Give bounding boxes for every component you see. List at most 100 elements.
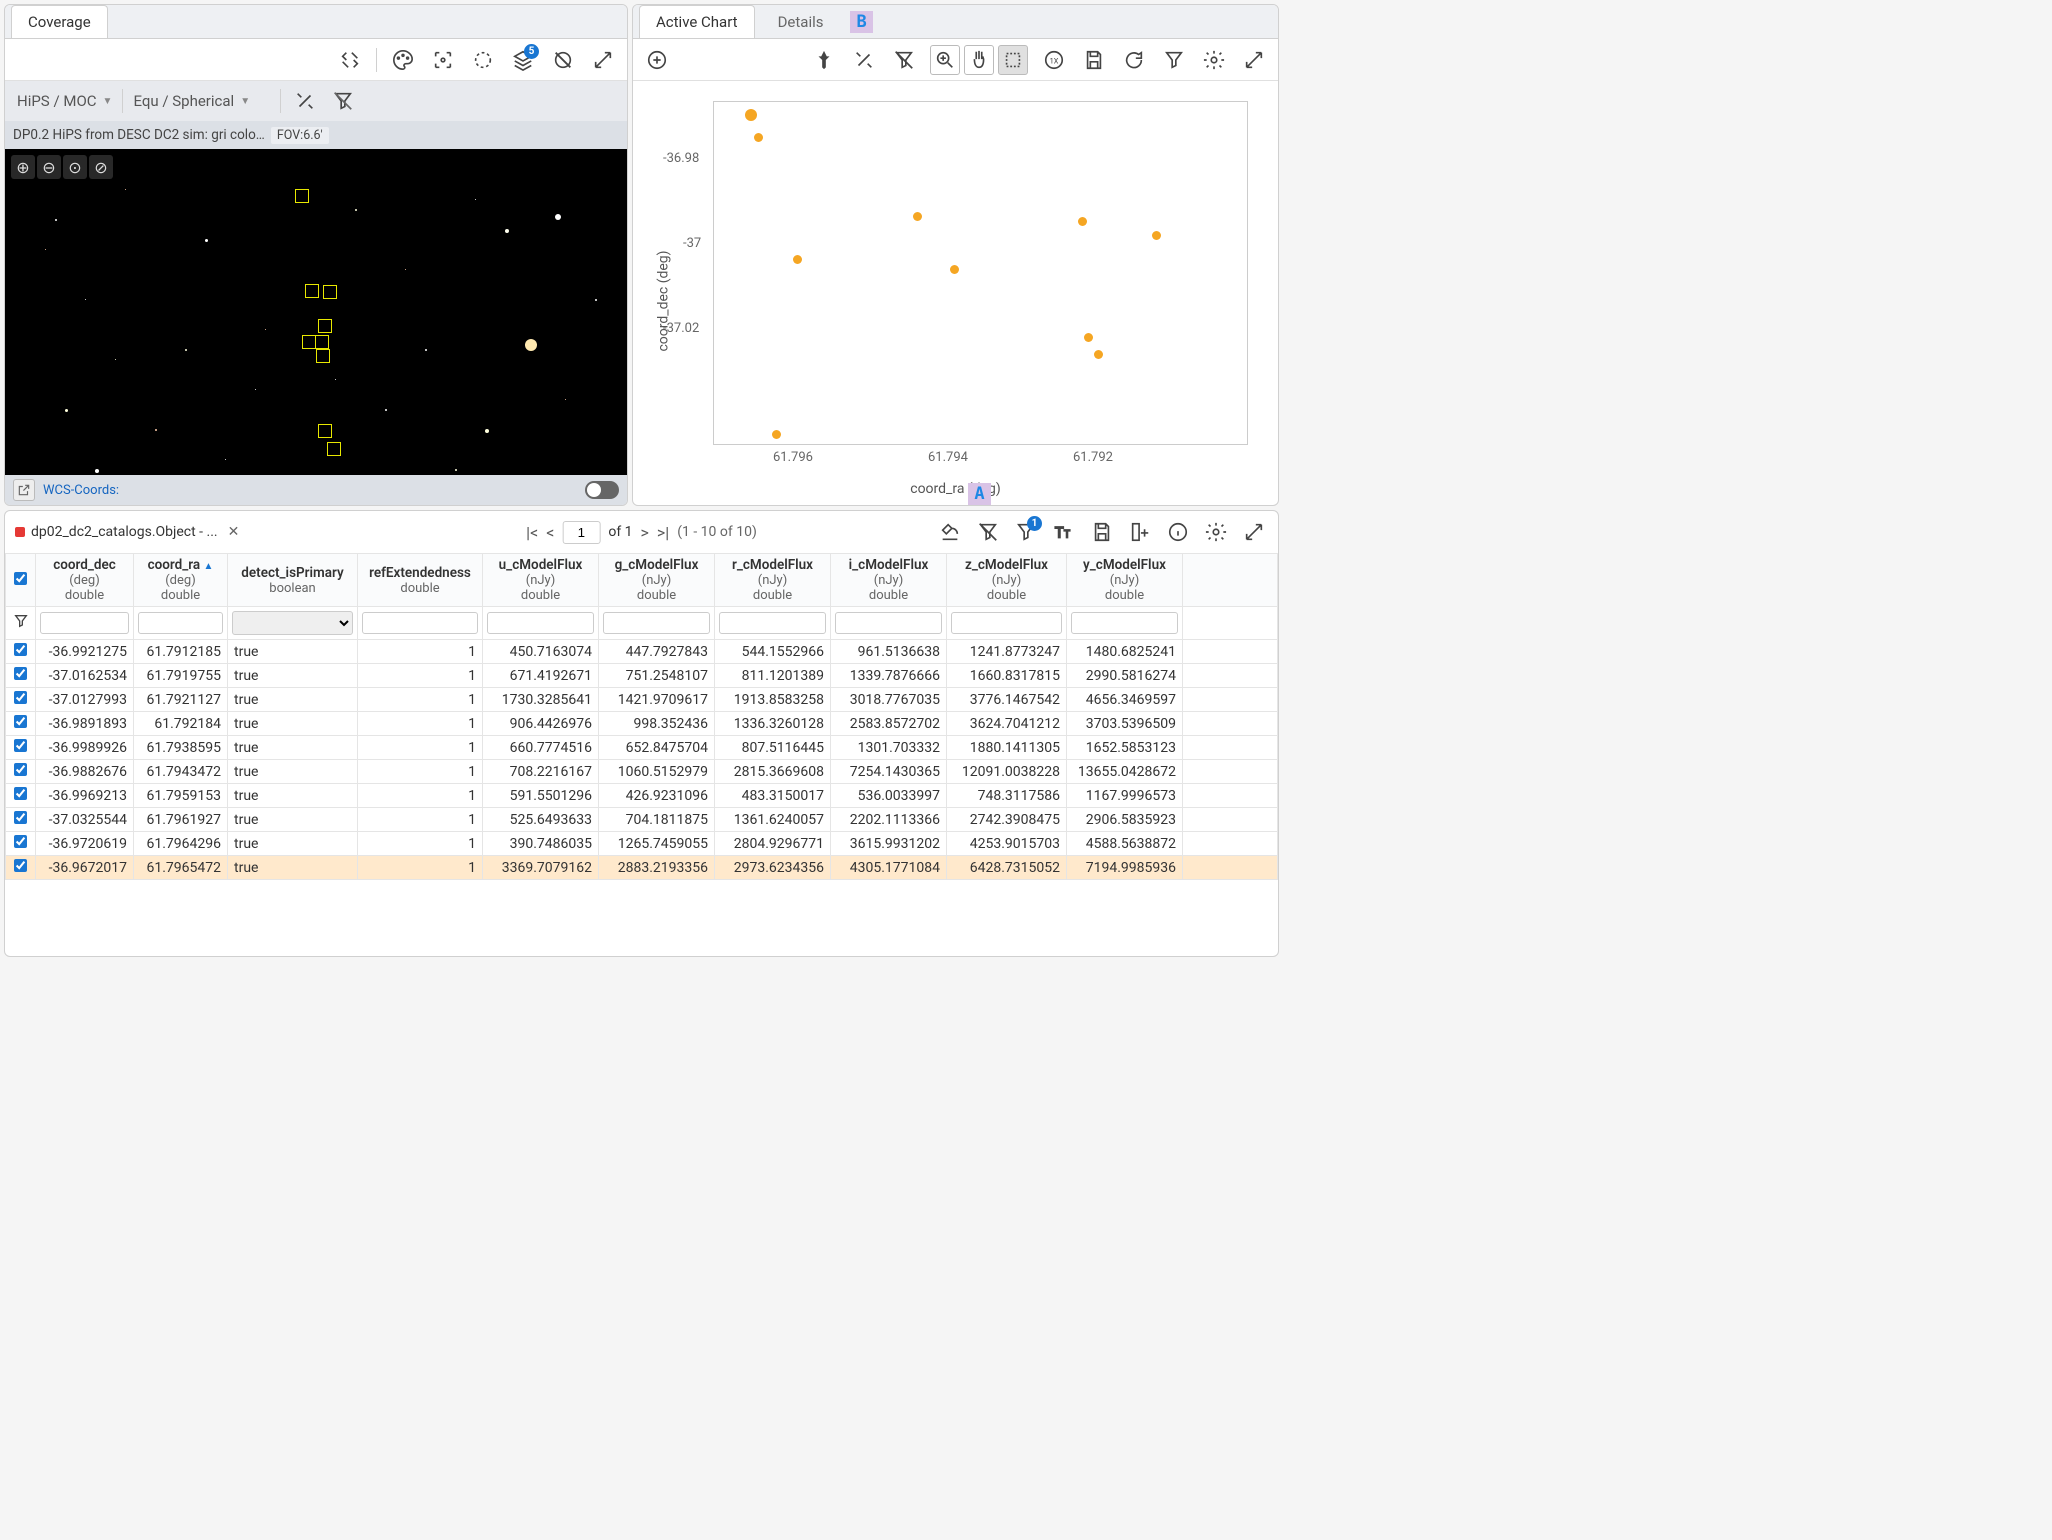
plot-point[interactable] (1084, 333, 1093, 342)
plot-point[interactable] (772, 430, 781, 439)
save-chart-icon[interactable] (1080, 46, 1108, 74)
column-header[interactable]: z_cModelFlux(nJy)double (947, 554, 1067, 607)
sky-image-view[interactable]: ⊕ ⊖ ⊙ ⊘ (5, 149, 627, 475)
column-header[interactable]: coord_dec(deg)double (36, 554, 134, 607)
filter-input[interactable] (951, 612, 1062, 634)
select-mode-icon[interactable] (998, 45, 1028, 75)
column-header[interactable]: i_cModelFlux(nJy)double (831, 554, 947, 607)
table-row[interactable]: -36.989189361.792184true1906.4426976998.… (6, 712, 1278, 736)
table-row[interactable]: -36.988267661.7943472true1708.2216167106… (6, 760, 1278, 784)
filter-input[interactable] (719, 612, 826, 634)
first-page-icon[interactable]: |< (526, 523, 538, 542)
filter-input[interactable] (603, 612, 710, 634)
table-row[interactable]: -36.972061961.7964296true1390.7486035126… (6, 832, 1278, 856)
clear-filter-icon[interactable] (329, 87, 357, 115)
column-header[interactable]: r_cModelFlux(nJy)double (715, 554, 831, 607)
tab-active-chart[interactable]: Active Chart (639, 5, 755, 38)
save-table-icon[interactable] (1088, 518, 1116, 546)
table-row[interactable]: -37.016253461.7919755true1671.4192671751… (6, 664, 1278, 688)
filter-input[interactable] (1071, 612, 1178, 634)
zoom-1x-icon[interactable]: ⊘ (89, 155, 113, 179)
table-clear-filter-icon[interactable] (974, 518, 1002, 546)
row-checkbox[interactable] (14, 667, 27, 680)
plot-point[interactable] (793, 255, 802, 264)
table-row[interactable]: -36.996921361.7959153true1591.5501296426… (6, 784, 1278, 808)
unlink-icon[interactable] (291, 87, 319, 115)
object-marker[interactable] (318, 319, 332, 333)
table-row[interactable]: -36.992127561.7912185true1450.7163074447… (6, 640, 1278, 664)
microscope-icon[interactable] (936, 518, 964, 546)
data-table[interactable]: coord_dec(deg)doublecoord_ra ▲(deg)doubl… (5, 553, 1278, 956)
filter-icon[interactable] (1160, 46, 1188, 74)
object-marker[interactable] (302, 335, 316, 349)
lock-icon[interactable] (549, 46, 577, 74)
zoom-mode-icon[interactable] (930, 45, 960, 75)
page-input[interactable] (562, 521, 600, 544)
filter-input[interactable] (487, 612, 594, 634)
row-checkbox[interactable] (14, 691, 27, 704)
last-page-icon[interactable]: >| (657, 523, 669, 542)
column-header[interactable]: g_cModelFlux(nJy)double (599, 554, 715, 607)
filter-input[interactable] (40, 612, 129, 634)
tab-coverage[interactable]: Coverage (11, 5, 108, 38)
plot-point[interactable] (1094, 350, 1103, 359)
layers-icon[interactable]: 5 (509, 46, 537, 74)
prev-page-icon[interactable]: < (546, 523, 554, 542)
pin-icon[interactable] (810, 46, 838, 74)
expand-icon[interactable] (589, 46, 617, 74)
add-column-icon[interactable] (1126, 518, 1154, 546)
plot-point[interactable] (754, 133, 763, 142)
filter-row-icon[interactable] (13, 613, 29, 629)
select-all-checkbox[interactable] (14, 572, 27, 585)
table-settings-icon[interactable] (1202, 518, 1230, 546)
column-header[interactable]: detect_isPrimaryboolean (228, 554, 358, 607)
add-chart-icon[interactable] (643, 46, 671, 74)
row-checkbox[interactable] (14, 835, 27, 848)
next-page-icon[interactable]: > (641, 523, 649, 542)
plot-point[interactable] (950, 265, 959, 274)
wcs-toggle[interactable] (585, 481, 619, 499)
table-expand-icon[interactable] (1240, 518, 1268, 546)
column-header[interactable]: y_cModelFlux(nJy)double (1067, 554, 1183, 607)
plot-point[interactable] (745, 109, 757, 121)
plot-point[interactable] (913, 212, 922, 221)
object-marker[interactable] (315, 335, 329, 349)
scatter-plot[interactable]: coord_dec (deg) coord_ra (deg) A -36.98 … (633, 81, 1278, 505)
chart-clear-filter-icon[interactable] (890, 46, 918, 74)
filter-input[interactable] (362, 612, 478, 634)
object-marker[interactable] (323, 285, 337, 299)
info-icon[interactable] (1164, 518, 1192, 546)
tab-details[interactable]: Details (761, 5, 841, 38)
close-table-icon[interactable]: ✕ (228, 524, 240, 540)
plot-point[interactable] (1078, 217, 1087, 226)
zoom-in-icon[interactable]: ⊕ (11, 155, 35, 179)
row-checkbox[interactable] (14, 763, 27, 776)
table-row[interactable]: -37.012799361.7921127true11730.328564114… (6, 688, 1278, 712)
table-row[interactable]: -36.967201761.7965472true13369.707916228… (6, 856, 1278, 880)
zoom-fit-icon[interactable]: ⊙ (63, 155, 87, 179)
pan-mode-icon[interactable] (964, 45, 994, 75)
popout-icon[interactable] (13, 479, 35, 501)
column-header[interactable]: coord_ra ▲(deg)double (134, 554, 228, 607)
object-marker[interactable] (327, 442, 341, 456)
object-marker[interactable] (316, 349, 330, 363)
column-header[interactable]: refExtendednessdouble (358, 554, 483, 607)
text-options-icon[interactable]: TT (1050, 518, 1078, 546)
row-checkbox[interactable] (14, 811, 27, 824)
settings-icon[interactable] (1200, 46, 1228, 74)
object-marker[interactable] (318, 424, 332, 438)
projection-dropdown[interactable]: Equ / Spherical▼ (133, 92, 250, 110)
refresh-icon[interactable] (1120, 46, 1148, 74)
row-checkbox[interactable] (14, 715, 27, 728)
zoom-out-icon[interactable]: ⊖ (37, 155, 61, 179)
chart-unlink-icon[interactable] (850, 46, 878, 74)
table-row[interactable]: -36.998992661.7938595true1660.7774516652… (6, 736, 1278, 760)
row-checkbox[interactable] (14, 643, 27, 656)
hips-moc-dropdown[interactable]: HiPS / MOC▼ (17, 92, 112, 110)
object-marker[interactable] (305, 284, 319, 298)
table-row[interactable]: -37.032554461.7961927true1525.6493633704… (6, 808, 1278, 832)
column-header[interactable]: u_cModelFlux(nJy)double (483, 554, 599, 607)
row-checkbox[interactable] (14, 787, 27, 800)
tools-icon[interactable] (336, 46, 364, 74)
plot-point[interactable] (1152, 231, 1161, 240)
